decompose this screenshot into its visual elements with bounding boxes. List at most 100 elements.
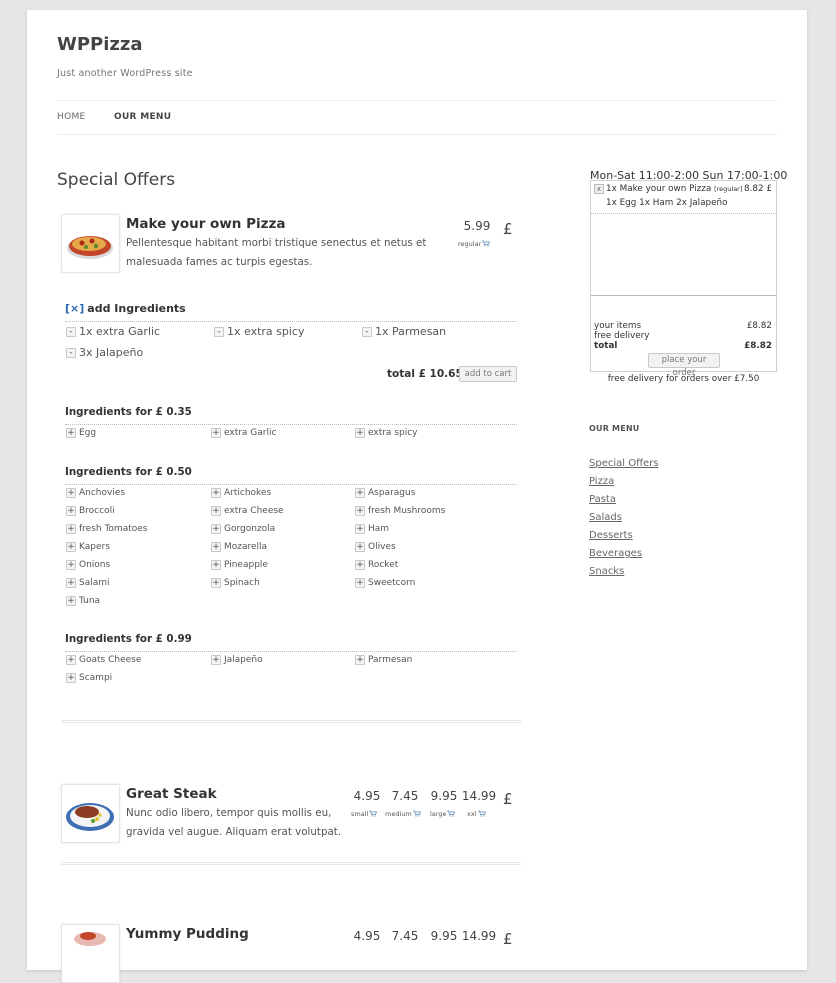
add-ingredient-button[interactable]: + [211,488,221,498]
ingredient-option: + Onions [66,560,110,570]
ingredient-option: + Asparagus [355,488,415,498]
add-ingredient-button[interactable]: + [211,560,221,570]
add-to-cart-button[interactable]: add to cart [459,366,517,382]
ingredient-option: + Mozarella [211,542,267,552]
size-label-regular[interactable]: regular [458,240,491,248]
price-small[interactable]: 4.95 [349,929,385,943]
add-ingredient-button[interactable]: + [211,524,221,534]
add-ingredient-button[interactable]: + [355,578,365,588]
price-small[interactable]: 4.95 [349,789,385,803]
cart-icon [477,810,486,817]
sidebar-link-desserts[interactable]: Desserts [589,530,633,541]
size-label: xxl [467,810,477,818]
sidebar-link-snacks[interactable]: Snacks [589,566,624,577]
cart-item: 1x Make your own Pizza [regular] [606,184,742,194]
size-label-large[interactable]: large [430,810,456,818]
price-medium[interactable]: 7.45 [387,929,423,943]
place-order-button[interactable]: place your order [648,353,720,378]
ingredient-option: + Jalapeño [211,655,263,665]
ingredient-label: fresh Mushrooms [368,506,446,516]
add-ingredient-button[interactable]: + [211,655,221,665]
cart-item-price: 8.82 £ [744,184,772,194]
add-ingredient-button[interactable]: + [66,488,76,498]
sidebar-link-pasta[interactable]: Pasta [589,494,616,505]
add-ingredient-button[interactable]: + [355,488,365,498]
cart-item-extras: 1x Egg 1x Ham 2x Jalapeño [606,198,728,208]
price-large[interactable]: 9.95 [426,789,462,803]
add-ingredient-button[interactable]: + [66,655,76,665]
your-items-label: your items [594,321,642,331]
nav-home[interactable]: HOME [57,112,86,122]
ingredient-option: + fresh Tomatoes [66,524,147,534]
site-title[interactable]: WPPizza [57,34,143,55]
divider [591,295,776,296]
add-ingredient-button[interactable]: + [355,560,365,570]
selected-ingredient: -3x Jalapeño [66,346,143,359]
price-medium[interactable]: 7.45 [387,789,423,803]
close-ingredients-button[interactable]: [×] [65,302,84,315]
cart-widget: x 1x Make your own Pizza [regular] 8.82 … [590,180,777,378]
price-large[interactable]: 9.95 [426,929,462,943]
selected-ingredient: -1x extra Garlic [66,325,160,338]
pizza-thumbnail[interactable] [61,214,120,273]
add-ingredient-button[interactable]: + [211,542,221,552]
add-ingredient-button[interactable]: + [66,506,76,516]
add-ingredient-button[interactable]: + [211,428,221,438]
site-tagline: Just another WordPress site [57,68,193,79]
remove-ingredient-button[interactable]: - [362,326,372,337]
add-ingredient-button[interactable]: + [355,542,365,552]
add-ingredient-button[interactable]: + [355,506,365,516]
sidebar-link-salads[interactable]: Salads [589,512,622,523]
cart-total-value: £8.82 [744,341,772,351]
pudding-thumbnail[interactable] [61,924,120,983]
add-ingredient-button[interactable]: + [66,596,76,606]
add-ingredient-button[interactable]: + [211,506,221,516]
sidebar-link-pizza[interactable]: Pizza [589,476,614,487]
price-xxl[interactable]: 14.99 [459,789,499,803]
add-ingredient-button[interactable]: + [66,560,76,570]
selected-ingredient: -1x extra spicy [214,325,305,338]
sidebar-link-special-offers[interactable]: Special Offers [589,458,658,469]
cart-item-name: 1x Make your own Pizza [606,184,712,194]
steak-thumbnail[interactable] [61,784,120,843]
price-regular[interactable]: 5.99 [459,219,495,233]
add-ingredient-button[interactable]: + [66,673,76,683]
size-label: large [430,810,447,818]
add-ingredient-button[interactable]: + [66,428,76,438]
price-xxl[interactable]: 14.99 [459,929,499,943]
add-ingredient-button[interactable]: + [66,542,76,552]
ingredient-label: Sweetcorn [368,578,416,588]
ingredient-label: Gorgonzola [224,524,276,534]
ingredient-option: + Scampi [66,673,112,683]
size-label-small[interactable]: small [351,810,378,818]
ingredient-label: Onions [79,560,111,570]
ingredient-label: Jalapeño [224,655,263,665]
selected-ingredient-label: 1x extra spicy [227,325,305,338]
sidebar-link-beverages[interactable]: Beverages [589,548,642,559]
ingredient-label: Asparagus [368,488,416,498]
add-ingredient-button[interactable]: + [355,428,365,438]
add-ingredient-button[interactable]: + [211,578,221,588]
remove-ingredient-button[interactable]: - [66,326,76,337]
add-ingredient-button[interactable]: + [355,524,365,534]
size-label-xxl[interactable]: xxl [467,810,486,818]
ingredient-option: + Artichokes [211,488,271,498]
remove-ingredient-button[interactable]: - [66,347,76,358]
ingredient-option: + Egg [66,428,96,438]
ingredient-label: Broccoli [79,506,115,516]
ingredient-label: Mozarella [224,542,268,552]
remove-item-button[interactable]: x [594,184,604,194]
header-divider [57,100,777,101]
add-ingredient-button[interactable]: + [66,578,76,588]
add-ingredient-button[interactable]: + [66,524,76,534]
add-ingredients-header: [×] add Ingredients [65,302,186,315]
add-ingredient-button[interactable]: + [355,655,365,665]
nav-our-menu[interactable]: OUR MENU [114,112,171,122]
item-title: Make your own Pizza [126,216,286,232]
remove-ingredient-button[interactable]: - [214,326,224,337]
selected-ingredient-label: 1x extra Garlic [79,325,161,338]
cart-total-label: total [594,341,618,351]
ingredient-option: + Salami [66,578,110,588]
size-label-medium[interactable]: medium [385,810,421,818]
ingredient-label: Spinach [224,578,260,588]
